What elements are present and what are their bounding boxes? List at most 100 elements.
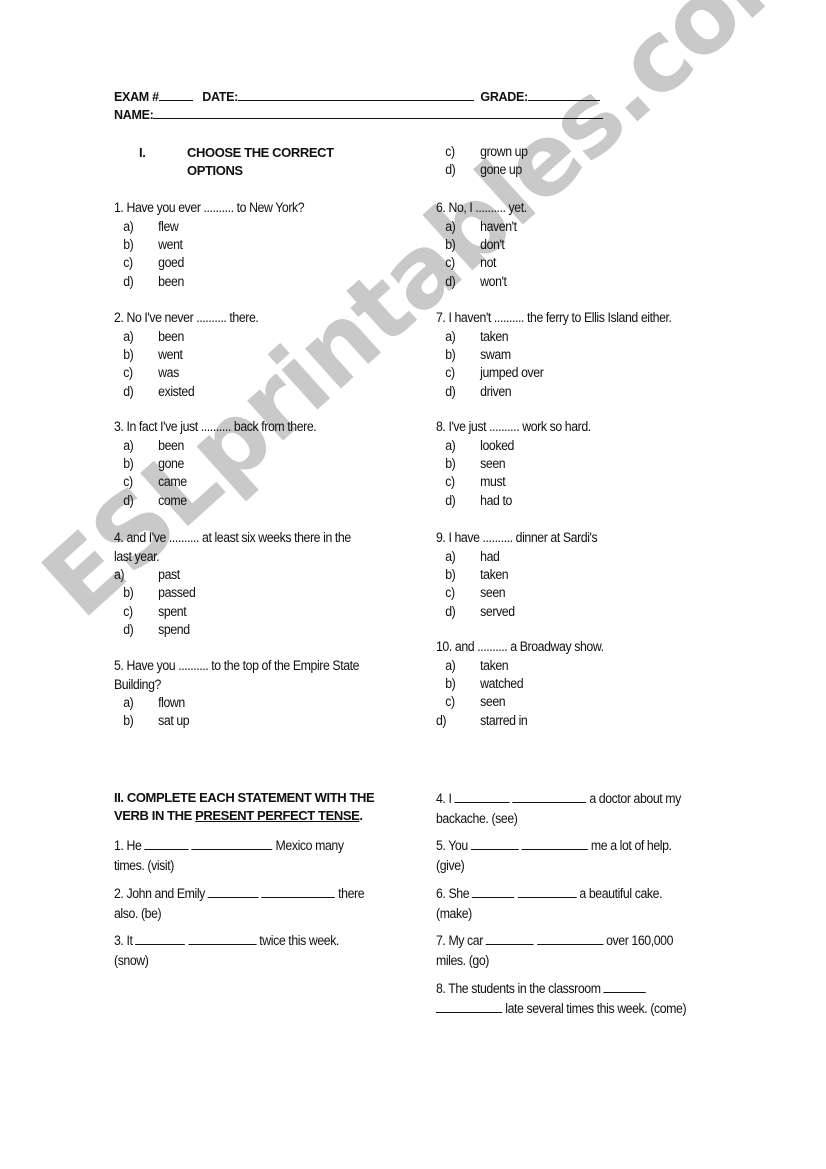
option-a[interactable]: a) haven't xyxy=(436,218,527,236)
option-label: d) xyxy=(445,273,456,289)
blank-auxiliary[interactable] xyxy=(135,932,186,945)
option-d[interactable]: d) existed xyxy=(114,383,258,401)
question-stem: 2. No I've never .......... there. xyxy=(114,310,259,325)
option-a[interactable]: a) past xyxy=(114,566,351,584)
option-label: c) xyxy=(123,255,133,271)
exam-number-field[interactable] xyxy=(158,89,193,101)
option-a[interactable]: a) flown xyxy=(114,694,359,712)
option-b[interactable]: b) don't xyxy=(436,236,527,254)
option-a[interactable]: a) been xyxy=(114,328,258,346)
option-d[interactable]: d) won't xyxy=(436,273,527,291)
fill-item-hint: miles. (go) xyxy=(436,952,489,968)
option-a[interactable]: a) had xyxy=(436,548,597,566)
option-c[interactable]: c) was xyxy=(114,364,258,382)
option-b[interactable]: b) went xyxy=(114,236,304,254)
option-label: d) xyxy=(123,622,134,638)
option-b[interactable]: b) seen xyxy=(436,455,591,473)
option-d[interactable]: d) served xyxy=(436,603,597,621)
option-d[interactable]: d) spend xyxy=(114,621,351,639)
option-label: a) xyxy=(123,695,134,710)
option-a[interactable]: a) taken xyxy=(436,657,604,675)
option-b[interactable]: b) watched xyxy=(436,675,604,693)
blank-auxiliary[interactable] xyxy=(144,837,189,850)
option-label: c) xyxy=(445,585,455,601)
option-label: c) xyxy=(123,474,133,490)
fill-item-8: 8. The students in the classroom late se… xyxy=(436,979,687,1018)
blank-participle[interactable] xyxy=(512,790,587,803)
fill-item-suffix: twice this week. xyxy=(259,933,339,948)
blank-auxiliary[interactable] xyxy=(485,932,534,945)
option-text: won't xyxy=(480,273,507,289)
blank-auxiliary[interactable] xyxy=(603,980,646,993)
option-label: b) xyxy=(123,236,134,252)
grade-field[interactable] xyxy=(527,89,600,101)
option-d[interactable]: d) starred in xyxy=(436,712,604,730)
fill-item-prefix: 8. The students in the classroom xyxy=(436,981,601,996)
option-a[interactable]: a) been xyxy=(114,437,316,455)
option-c[interactable]: c) not xyxy=(436,254,527,272)
option-b[interactable]: b) taken xyxy=(436,566,597,584)
name-field[interactable] xyxy=(153,107,604,119)
option-text: sat up xyxy=(158,713,190,729)
option-text: taken xyxy=(480,566,509,582)
fill-item-1: 1. He Mexico many times. (visit) xyxy=(114,836,344,875)
option-b[interactable]: b) passed xyxy=(114,584,351,602)
option-label: a) xyxy=(114,567,125,582)
option-c[interactable]: c) must xyxy=(436,473,591,491)
section2-title-period: . xyxy=(359,808,363,823)
section1-title: CHOOSE THE CORRECT OPTIONS xyxy=(187,144,334,180)
option-b[interactable]: b) went xyxy=(114,346,258,364)
blank-participle[interactable] xyxy=(191,837,273,850)
option-b[interactable]: b) gone xyxy=(114,455,316,473)
option-c[interactable]: c) jumped over xyxy=(436,364,672,382)
fill-item-hint: (make) xyxy=(436,905,472,921)
option-c[interactable]: c) seen xyxy=(436,584,597,602)
blank-auxiliary[interactable] xyxy=(454,790,510,803)
option-label: d) xyxy=(123,492,134,508)
option-d[interactable]: d) come xyxy=(114,492,316,510)
fill-item-5: 5. You me a lot of help. (give) xyxy=(436,836,672,875)
fill-item-prefix: 4. I xyxy=(436,791,452,806)
blank-auxiliary[interactable] xyxy=(207,885,259,898)
fill-item-prefix: 5. You xyxy=(436,838,468,853)
option-label: b) xyxy=(123,713,134,729)
blank-participle[interactable] xyxy=(261,885,336,898)
fill-item-prefix: 6. She xyxy=(436,886,470,901)
fill-item-prefix: 7. My car xyxy=(436,933,483,948)
option-text: gone up xyxy=(480,162,522,178)
option-text: flown xyxy=(158,695,185,710)
blank-participle[interactable] xyxy=(521,837,588,850)
option-b[interactable]: b) sat up xyxy=(114,712,359,730)
option-a[interactable]: a) flew xyxy=(114,218,304,236)
option-d[interactable]: d) been xyxy=(114,273,304,291)
option-b[interactable]: b) swam xyxy=(436,346,672,364)
date-field[interactable] xyxy=(238,89,475,101)
option-label: d) xyxy=(123,273,134,289)
blank-participle[interactable] xyxy=(436,1000,503,1013)
option-c[interactable]: c) goed xyxy=(114,254,304,272)
option-c[interactable]: c) spent xyxy=(114,603,351,621)
option-text: was xyxy=(158,365,179,381)
fill-item-suffix: there xyxy=(338,886,365,901)
option-text: spent xyxy=(158,603,187,619)
option-text: don't xyxy=(480,236,505,252)
section1-numeral: I. xyxy=(139,145,146,160)
option-text: passed xyxy=(158,585,196,601)
blank-auxiliary[interactable] xyxy=(472,885,515,898)
blank-participle[interactable] xyxy=(188,932,257,945)
fill-item-hint: times. (visit) xyxy=(114,857,174,873)
blank-participle[interactable] xyxy=(517,885,577,898)
option-d[interactable]: d) driven xyxy=(436,383,672,401)
option-a[interactable]: a) taken xyxy=(436,328,672,346)
name-header-line: NAME: xyxy=(114,107,604,122)
option-d[interactable]: d) had to xyxy=(436,492,591,510)
option-c[interactable]: c) came xyxy=(114,473,316,491)
option-text: goed xyxy=(158,255,184,271)
option-c[interactable]: c) seen xyxy=(436,693,604,711)
option-text: had xyxy=(480,548,500,564)
blank-auxiliary[interactable] xyxy=(470,837,519,850)
option-text: swam xyxy=(480,346,511,362)
option-text: starred in xyxy=(480,712,528,728)
option-a[interactable]: a) looked xyxy=(436,437,591,455)
blank-participle[interactable] xyxy=(536,932,604,945)
